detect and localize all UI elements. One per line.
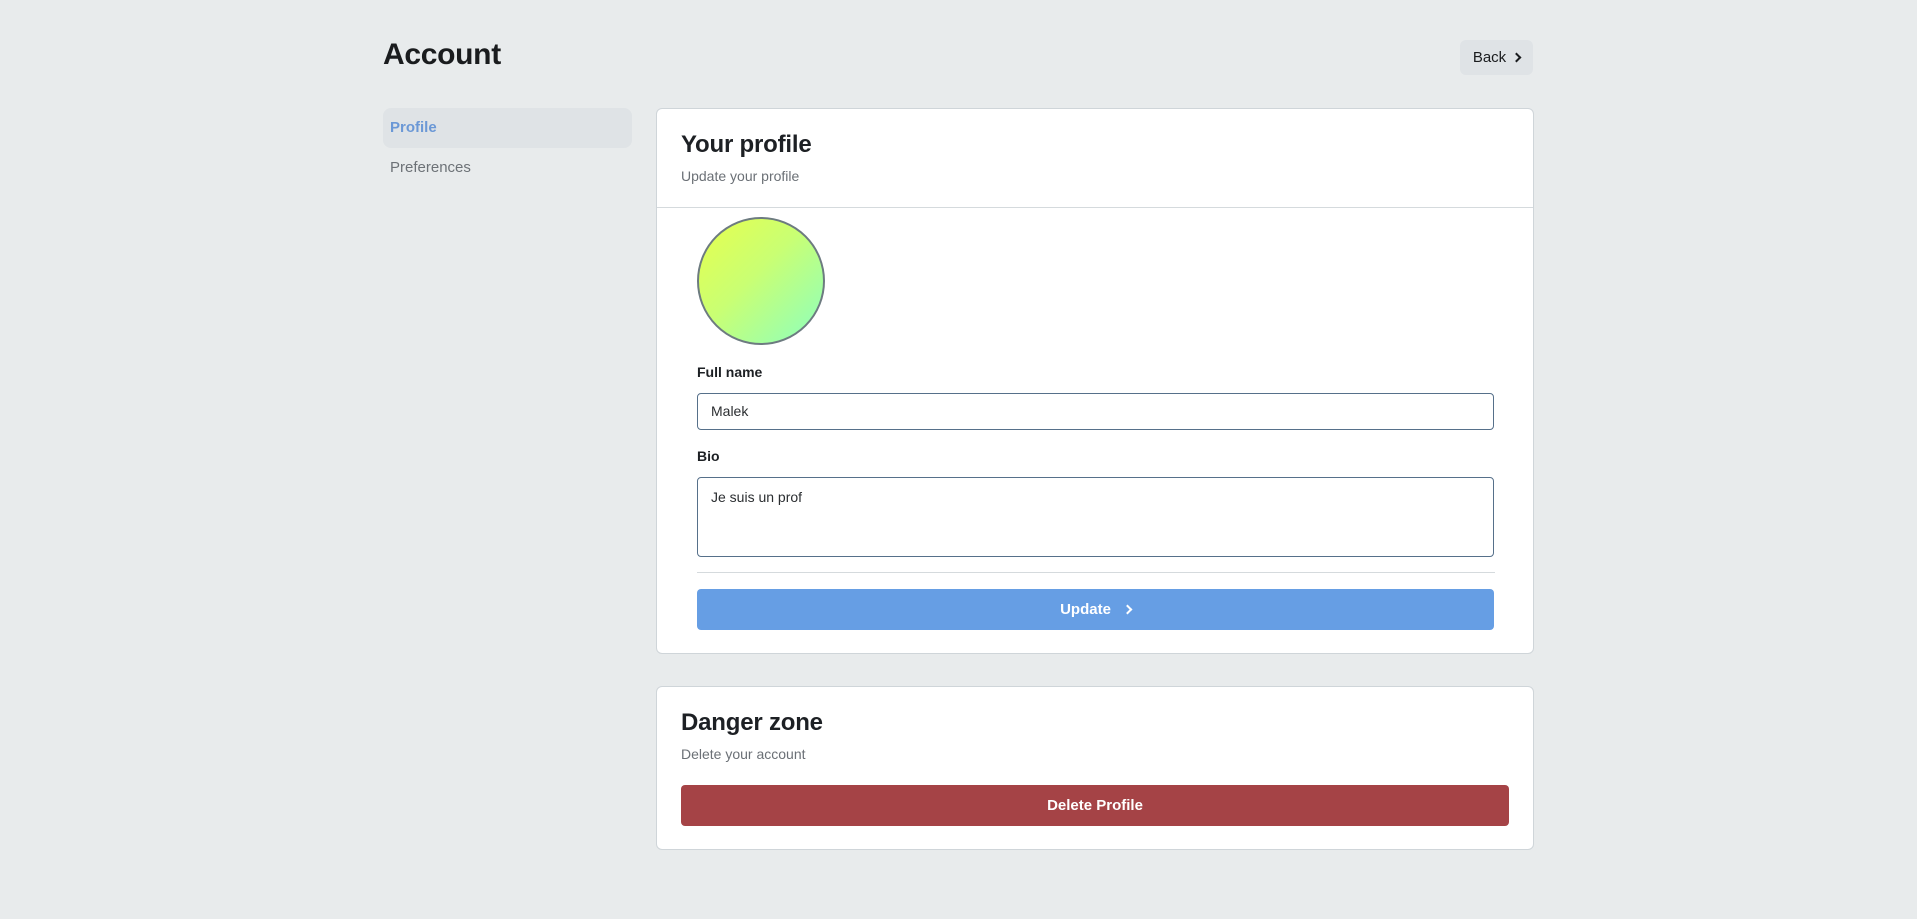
avatar[interactable] [697,217,825,345]
danger-zone-card: Danger zone Delete your account Delete P… [656,686,1534,850]
chevron-right-icon [1511,52,1522,63]
sidebar-item-profile[interactable]: Profile [383,108,632,148]
danger-card-title: Danger zone [681,709,823,736]
update-button-label: Update [1060,601,1111,618]
back-button-label: Back [1472,49,1507,66]
page-title: Account [383,38,501,71]
sidebar: Profile Preferences [383,108,632,188]
bio-textarea[interactable]: Je suis un prof [697,477,1494,557]
full-name-label: Full name [697,364,763,380]
profile-card-title: Your profile [681,131,812,158]
profile-card-header: Your profile Update your profile [657,109,1533,208]
full-name-field[interactable]: Malek [697,393,1494,430]
danger-card-subtitle: Delete your account [681,746,806,762]
bio-label: Bio [697,448,720,464]
sidebar-item-preferences[interactable]: Preferences [383,148,632,188]
chevron-right-icon [1122,604,1133,615]
profile-card: Your profile Update your profile Full na… [656,108,1534,654]
delete-profile-button[interactable]: Delete Profile [681,785,1509,826]
profile-card-subtitle: Update your profile [681,168,800,184]
form-divider [697,572,1495,573]
update-button[interactable]: Update [697,589,1494,630]
back-button[interactable]: Back [1460,40,1533,75]
danger-card-header: Danger zone Delete your account [657,687,1533,762]
